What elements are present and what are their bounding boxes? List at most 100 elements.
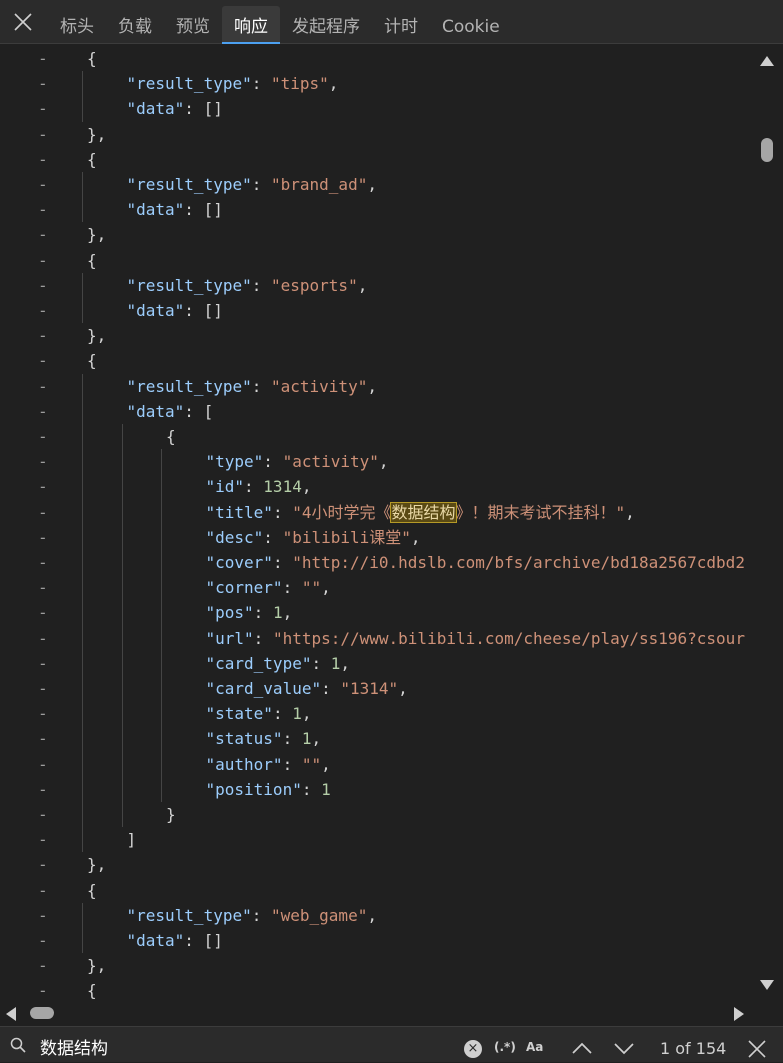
- scroll-left-arrow-icon[interactable]: [6, 1007, 16, 1021]
- fold-marker[interactable]: -: [38, 600, 48, 625]
- fold-marker[interactable]: -: [38, 500, 48, 525]
- fold-marker[interactable]: -: [38, 903, 48, 928]
- search-input[interactable]: [34, 1032, 466, 1060]
- code-text: },: [87, 222, 106, 247]
- code-token: "https://www.bilibili.com/cheese/play/ss…: [272, 628, 745, 648]
- fold-marker[interactable]: -: [38, 802, 48, 827]
- scroll-right-arrow-icon[interactable]: [734, 1007, 744, 1021]
- fold-marker[interactable]: -: [38, 374, 48, 399]
- tab-list: 标头 负载 预览 响应 发起程序 计时 Cookie: [48, 6, 512, 44]
- fold-marker[interactable]: -: [38, 827, 48, 852]
- fold-marker[interactable]: -: [38, 852, 48, 877]
- code-token: "card_value": [205, 679, 322, 698]
- fold-marker[interactable]: -: [38, 96, 48, 121]
- scroll-down-arrow-icon[interactable]: [760, 980, 774, 990]
- code-token: 1314: [263, 477, 302, 497]
- code-token: {: [87, 149, 97, 169]
- code-token: ,: [282, 603, 293, 623]
- code-token: "data": [126, 200, 185, 220]
- code-token: {: [87, 49, 97, 68]
- fold-marker[interactable]: -: [38, 878, 48, 903]
- fold-marker[interactable]: -: [38, 575, 48, 600]
- match-case-toggle[interactable]: Aa: [526, 1040, 543, 1054]
- fold-marker[interactable]: -: [38, 248, 48, 273]
- close-icon[interactable]: [10, 9, 36, 35]
- tab-3[interactable]: 响应: [222, 6, 280, 44]
- fold-marker[interactable]: -: [38, 197, 48, 222]
- code-text: }: [166, 802, 176, 827]
- tab-4[interactable]: 发起程序: [280, 6, 372, 44]
- fold-marker[interactable]: -: [38, 676, 48, 701]
- code-text: },: [87, 953, 106, 978]
- fold-marker[interactable]: -: [38, 651, 48, 676]
- code-token: "url": [205, 628, 254, 648]
- horizontal-scroll-thumb[interactable]: [30, 1007, 54, 1019]
- fold-marker[interactable]: -: [38, 222, 48, 247]
- code-token: },: [87, 225, 107, 245]
- fold-marker[interactable]: -: [38, 752, 48, 777]
- scroll-up-arrow-icon[interactable]: [760, 56, 774, 66]
- close-search-icon[interactable]: [747, 1039, 767, 1059]
- code-token: ]: [126, 830, 137, 850]
- code-token: : [: [184, 401, 214, 421]
- fold-marker[interactable]: -: [38, 323, 48, 348]
- chevron-down-icon[interactable]: [613, 1039, 635, 1057]
- code-token: :: [253, 628, 273, 648]
- search-icon: [10, 1037, 26, 1053]
- fold-marker[interactable]: -: [38, 348, 48, 373]
- fold-marker[interactable]: -: [38, 172, 48, 197]
- code-token: ,: [321, 578, 331, 598]
- fold-marker[interactable]: -: [38, 978, 48, 1003]
- response-code-view[interactable]: -{- "result_type": "tips", - "data": [] -}, -…: [0, 44, 753, 1005]
- code-token: :: [251, 905, 271, 925]
- code-token: "data": [126, 401, 185, 421]
- code-token: "esports": [271, 275, 358, 295]
- fold-marker[interactable]: -: [38, 122, 48, 147]
- code-token: "corner": [205, 578, 283, 598]
- search-bar: × (.*) Aa 1 of 154: [0, 1026, 783, 1062]
- tab-5[interactable]: 计时: [372, 6, 430, 44]
- code-token: : []: [184, 200, 223, 220]
- fold-marker[interactable]: -: [38, 449, 48, 474]
- fold-marker[interactable]: -: [38, 474, 48, 499]
- indent-guide: [82, 71, 83, 122]
- tab-1[interactable]: 负载: [106, 6, 164, 44]
- code-token: 1: [292, 704, 302, 724]
- code-text: "author": "",: [206, 752, 331, 777]
- fold-marker[interactable]: -: [38, 928, 48, 953]
- fold-marker[interactable]: -: [38, 71, 48, 96]
- fold-marker[interactable]: -: [38, 399, 48, 424]
- fold-marker[interactable]: -: [38, 550, 48, 575]
- tab-6[interactable]: Cookie: [430, 6, 512, 44]
- search-result-count: 1 of 154: [660, 1039, 727, 1058]
- tab-0[interactable]: 标头: [48, 6, 106, 44]
- fold-marker[interactable]: -: [38, 525, 48, 550]
- tab-2[interactable]: 预览: [164, 6, 222, 44]
- fold-marker[interactable]: -: [38, 953, 48, 978]
- code-token: ,: [301, 477, 312, 497]
- regex-toggle[interactable]: (.*): [494, 1040, 516, 1054]
- code-text: },: [87, 852, 106, 877]
- code-token: :: [251, 74, 271, 94]
- indent-guide: [82, 172, 83, 223]
- fold-marker[interactable]: -: [38, 701, 48, 726]
- code-text: "card_type": 1,: [206, 651, 351, 676]
- fold-marker[interactable]: -: [38, 147, 48, 172]
- clear-icon[interactable]: ×: [464, 1040, 482, 1058]
- fold-marker[interactable]: -: [38, 626, 48, 651]
- vertical-scroll-thumb[interactable]: [761, 138, 773, 162]
- fold-marker[interactable]: -: [38, 298, 48, 323]
- code-token: "result_type": [126, 376, 252, 396]
- vertical-scrollbar[interactable]: [753, 44, 783, 1005]
- code-text: {: [87, 348, 97, 373]
- indent-guide: [121, 424, 123, 828]
- code-token: 1: [330, 653, 341, 673]
- code-token: "1314": [340, 679, 399, 698]
- fold-marker[interactable]: -: [38, 424, 48, 449]
- horizontal-scrollbar[interactable]: [0, 1005, 753, 1025]
- chevron-up-icon[interactable]: [571, 1039, 593, 1057]
- fold-marker[interactable]: -: [38, 46, 48, 71]
- fold-marker[interactable]: -: [38, 273, 48, 298]
- fold-marker[interactable]: -: [38, 726, 48, 751]
- fold-marker[interactable]: -: [38, 777, 48, 802]
